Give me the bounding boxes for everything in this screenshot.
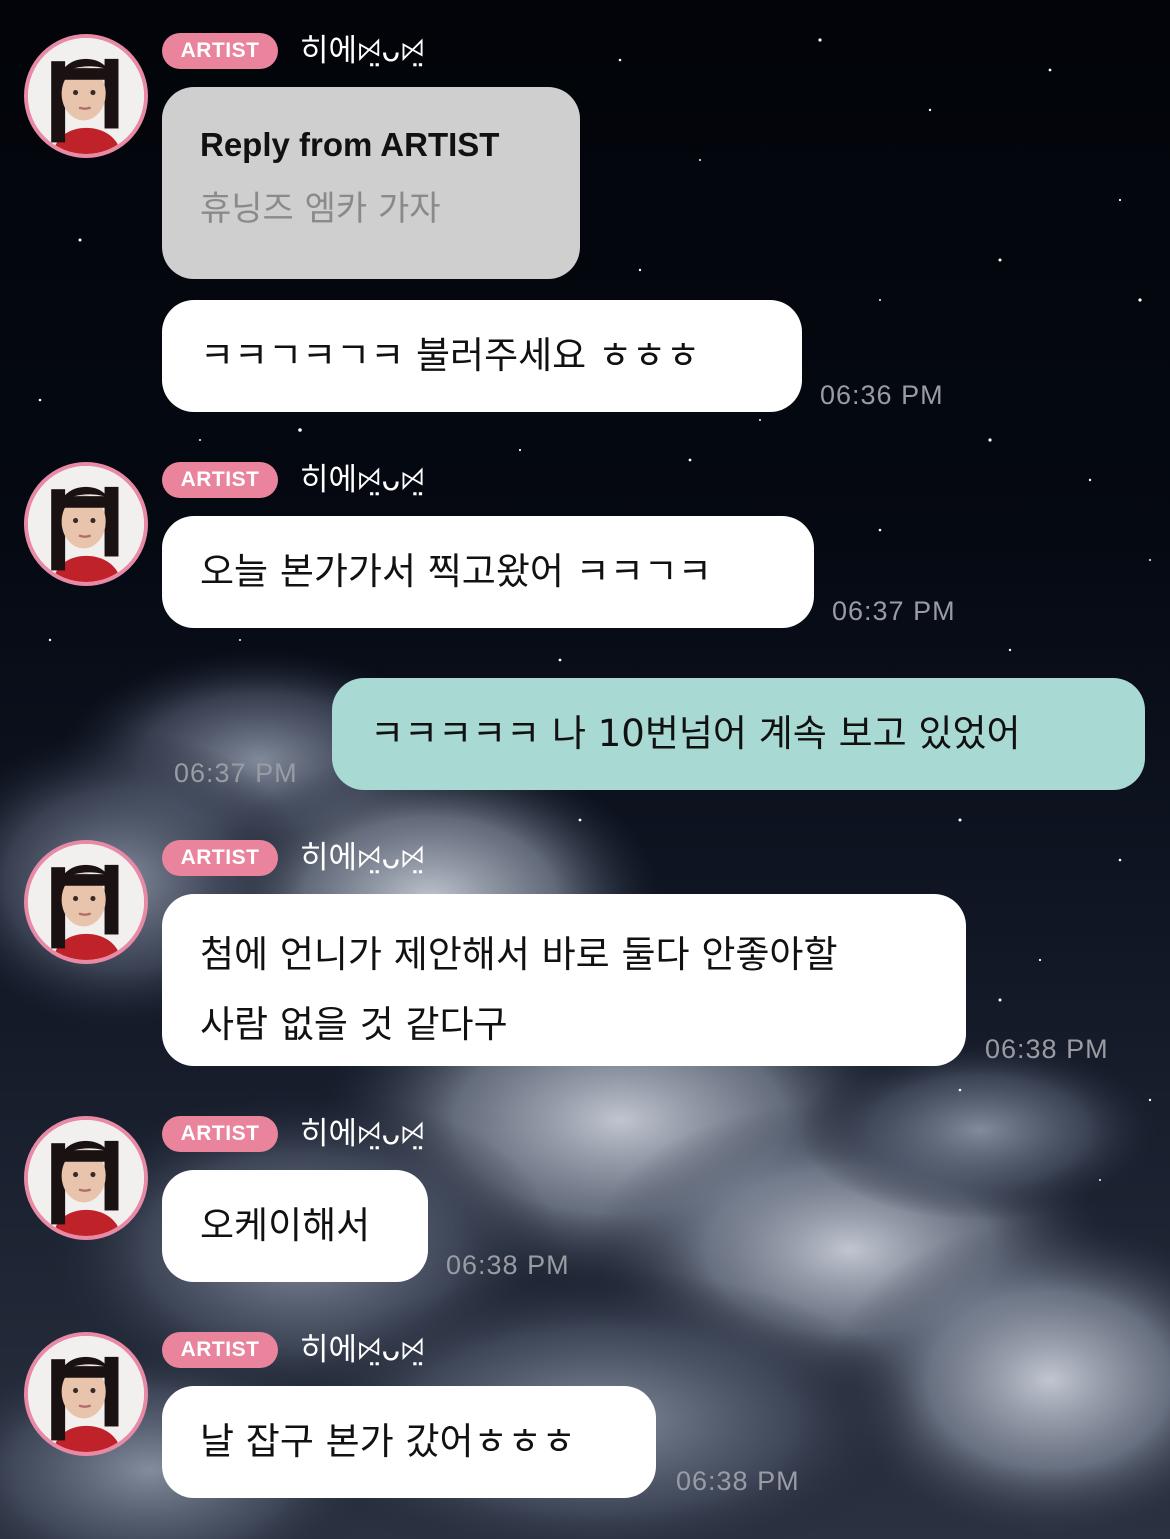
sender-name: 히에ꗯ̤ᴗꗯ̤: [300, 840, 425, 876]
artist-badge: ARTIST: [162, 462, 278, 498]
message-line: 첨에 언니가 제안해서 바로 둘다 안좋아할: [200, 933, 838, 976]
message-time: 06:38 PM: [446, 1250, 570, 1280]
message-bubble[interactable]: ㅋㅋㄱㅋㄱㅋ 불러주세요 ㅎㅎㅎ: [162, 300, 802, 412]
artist-avatar-image: [28, 466, 144, 582]
message-time: 06:38 PM: [676, 1466, 800, 1496]
artist-badge: ARTIST: [162, 33, 278, 69]
message-time: 06:38 PM: [985, 1034, 1109, 1064]
artist-badge: ARTIST: [162, 1332, 278, 1368]
artist-avatar[interactable]: [24, 1332, 148, 1456]
my-message-bubble[interactable]: ㅋㅋㅋㅋㅋ 나 10번넘어 계속 보고 있었어: [332, 678, 1145, 790]
reply-title: Reply from ARTIST: [200, 126, 500, 163]
artist-avatar-image: [28, 1120, 144, 1236]
artist-avatar[interactable]: [24, 1116, 148, 1240]
sender-name: 히에ꗯ̤ᴗꗯ̤: [300, 33, 425, 69]
message-bubble[interactable]: 첨에 언니가 제안해서 바로 둘다 안좋아할 사람 없을 것 같다구: [162, 894, 966, 1066]
artist-avatar[interactable]: [24, 840, 148, 964]
message-bubble[interactable]: 오케이해서: [162, 1170, 428, 1282]
message-bubble[interactable]: 날 잡구 본가 갔어ㅎㅎㅎ: [162, 1386, 656, 1498]
sender-name: 히에ꗯ̤ᴗꗯ̤: [300, 462, 425, 498]
artist-badge: ARTIST: [162, 840, 278, 876]
artist-avatar-image: [28, 844, 144, 960]
artist-avatar-image: [28, 38, 144, 154]
message-time: 06:37 PM: [174, 758, 298, 788]
reply-quote-text: 휴닝즈 엠카 가자: [200, 189, 441, 229]
artist-avatar-image: [28, 1336, 144, 1452]
message-time: 06:37 PM: [832, 596, 956, 626]
sender-name: 히에ꗯ̤ᴗꗯ̤: [300, 1116, 425, 1152]
sender-name: 히에ꗯ̤ᴗꗯ̤: [300, 1332, 425, 1368]
artist-avatar[interactable]: [24, 462, 148, 586]
message-time: 06:36 PM: [820, 380, 944, 410]
message-bubble[interactable]: 오늘 본가가서 찍고왔어 ㅋㅋㄱㅋ: [162, 516, 814, 628]
message-line: 사람 없을 것 같다구: [200, 1003, 508, 1046]
artist-badge: ARTIST: [162, 1116, 278, 1152]
reply-quote-bubble[interactable]: Reply from ARTIST 휴닝즈 엠카 가자: [162, 87, 580, 279]
artist-avatar[interactable]: [24, 34, 148, 158]
